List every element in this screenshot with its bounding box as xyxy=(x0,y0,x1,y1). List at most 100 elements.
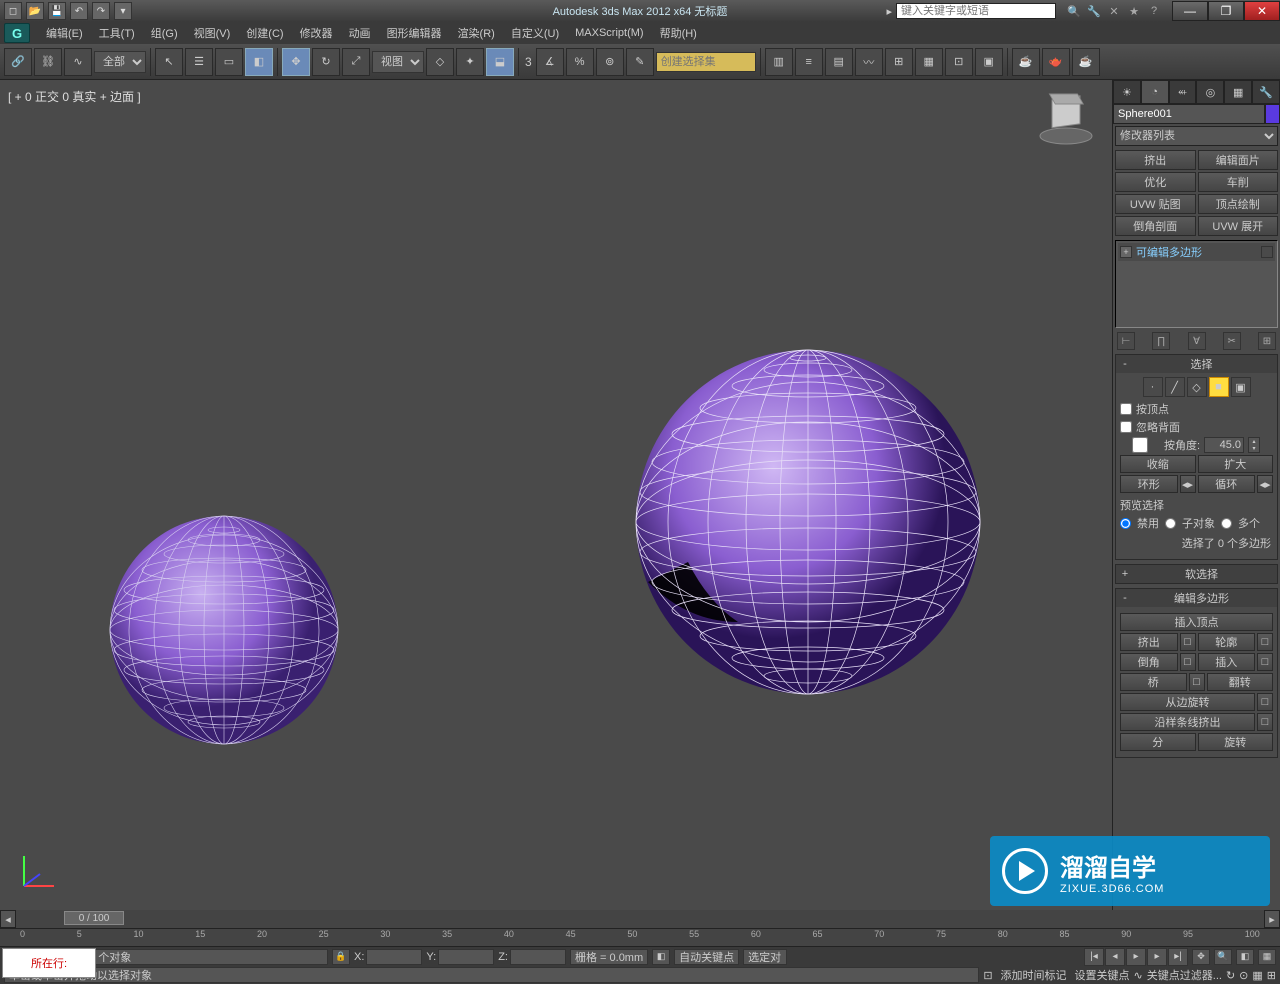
tab-display[interactable]: ▦ xyxy=(1224,80,1252,104)
menu-animation[interactable]: 动画 xyxy=(341,23,379,43)
binoculars-icon[interactable]: 🔍 xyxy=(1066,3,1082,19)
viewcube[interactable] xyxy=(1036,88,1096,148)
btn-edit-patch[interactable]: 编辑面片 xyxy=(1198,150,1279,170)
time-thumb[interactable]: 0 / 100 xyxy=(64,911,124,925)
goto-end-icon[interactable]: ▸| xyxy=(1168,948,1188,966)
selection-set-input[interactable] xyxy=(656,52,756,72)
nav-zoom-all-icon[interactable]: ▦ xyxy=(1258,949,1276,965)
pin-stack-icon[interactable]: ⊢ xyxy=(1117,332,1135,350)
nav-pan-icon[interactable]: ✥ xyxy=(1192,949,1210,965)
show-result-icon[interactable]: ∏ xyxy=(1152,332,1170,350)
bevel-settings-button[interactable]: □ xyxy=(1180,653,1196,671)
stack-toggle-icon[interactable] xyxy=(1261,246,1273,258)
viewport-label[interactable]: [ + 0 正交 0 真实 + 边面 ] xyxy=(8,88,141,105)
favorite-icon[interactable]: ★ xyxy=(1126,3,1142,19)
preview-subobj-radio[interactable] xyxy=(1165,518,1176,529)
menu-grapheditors[interactable]: 图形编辑器 xyxy=(379,23,450,43)
by-vertex-checkbox[interactable] xyxy=(1120,403,1132,415)
align-icon[interactable]: ≡ xyxy=(795,48,823,76)
loop-button[interactable]: 循环 xyxy=(1198,475,1256,493)
menu-views[interactable]: 视图(V) xyxy=(186,23,239,43)
make-unique-icon[interactable]: ∀ xyxy=(1188,332,1206,350)
menu-create[interactable]: 创建(C) xyxy=(238,23,291,43)
insert-vertex-button[interactable]: 插入顶点 xyxy=(1120,613,1273,631)
z-input[interactable] xyxy=(510,949,566,965)
exchange-icon[interactable]: ✕ xyxy=(1106,3,1122,19)
border-subobj-icon[interactable]: ◇ xyxy=(1187,377,1207,397)
expand-icon[interactable]: + xyxy=(1120,246,1132,258)
object-name-input[interactable] xyxy=(1113,104,1265,124)
ring-button[interactable]: 环形 xyxy=(1120,475,1178,493)
isolate-icon[interactable]: ◧ xyxy=(652,949,670,965)
extrude-spline-button[interactable]: 沿样条线挤出 xyxy=(1120,713,1255,731)
tab-hierarchy[interactable]: ⬴ xyxy=(1169,80,1197,104)
time-next-icon[interactable]: ▸ xyxy=(1264,910,1280,928)
qat-save-icon[interactable]: 💾 xyxy=(48,2,66,20)
search-input[interactable] xyxy=(896,3,1056,19)
hinge-button[interactable]: 从边旋转 xyxy=(1120,693,1255,711)
move-icon[interactable]: ✥ xyxy=(282,48,310,76)
tab-motion[interactable]: ◎ xyxy=(1196,80,1224,104)
prev-frame-icon[interactable]: ◂ xyxy=(1105,948,1125,966)
time-track[interactable]: 0 / 100 xyxy=(16,910,1264,928)
menu-maxscript[interactable]: MAXScript(M) xyxy=(567,25,651,41)
outline-settings-button[interactable]: □ xyxy=(1257,633,1273,651)
bevel-button[interactable]: 倒角 xyxy=(1120,653,1178,671)
scale-icon[interactable]: ⤢ xyxy=(342,48,370,76)
outline-button[interactable]: 轮廓 xyxy=(1198,633,1256,651)
ring-spinner[interactable]: ◂▸ xyxy=(1180,475,1196,493)
close-button[interactable]: ✕ xyxy=(1244,1,1280,21)
lock-icon[interactable]: 🔒 xyxy=(332,949,350,965)
rollout-selection-header[interactable]: - 选择 xyxy=(1116,355,1277,373)
viewport[interactable]: [ + 0 正交 0 真实 + 边面 ] xyxy=(0,80,1112,910)
inset-button[interactable]: 插入 xyxy=(1198,653,1256,671)
percent-snap-icon[interactable]: % xyxy=(566,48,594,76)
preview-multi-radio[interactable] xyxy=(1221,518,1232,529)
render-setup-icon[interactable]: ⊡ xyxy=(945,48,973,76)
remove-mod-icon[interactable]: ✂ xyxy=(1223,332,1241,350)
render-frame-icon[interactable]: ▣ xyxy=(975,48,1003,76)
time-prev-icon[interactable]: ◂ xyxy=(0,910,16,928)
bridge-button[interactable]: 桥 xyxy=(1120,673,1187,691)
btn-vertex-paint[interactable]: 顶点绘制 xyxy=(1198,194,1279,214)
help-icon[interactable]: ? xyxy=(1146,3,1162,19)
inset-settings-button[interactable]: □ xyxy=(1257,653,1273,671)
menu-modifiers[interactable]: 修改器 xyxy=(292,23,341,43)
autokey-button[interactable]: 自动关键点 xyxy=(674,949,739,965)
app-logo-icon[interactable]: G xyxy=(4,23,30,43)
nav-max-icon[interactable]: ⊞ xyxy=(1267,969,1276,982)
ignore-backfacing-checkbox[interactable] xyxy=(1120,421,1132,433)
select-window-icon[interactable]: ◧ xyxy=(245,48,273,76)
snap-icon[interactable]: ⬓ xyxy=(486,48,514,76)
vertex-subobj-icon[interactable]: · xyxy=(1143,377,1163,397)
extrude-settings-button[interactable]: □ xyxy=(1180,633,1196,651)
x-input[interactable] xyxy=(366,949,422,965)
btn-bevel-profile[interactable]: 倒角剖面 xyxy=(1115,216,1196,236)
spinner-snap-icon[interactable]: ⊚ xyxy=(596,48,624,76)
mirror-icon[interactable]: ▥ xyxy=(765,48,793,76)
part2-button[interactable]: 旋转 xyxy=(1198,733,1274,751)
object-color-swatch[interactable] xyxy=(1265,104,1280,124)
schematic-icon[interactable]: ⊞ xyxy=(885,48,913,76)
extrude-spline-settings-button[interactable]: □ xyxy=(1257,713,1273,731)
bridge-settings-button[interactable]: □ xyxy=(1189,673,1205,691)
part1-button[interactable]: 分 xyxy=(1120,733,1196,751)
nav-roll-icon[interactable]: ⊙ xyxy=(1239,969,1248,982)
goto-start-icon[interactable]: |◂ xyxy=(1084,948,1104,966)
nav-orbit-icon[interactable]: ↻ xyxy=(1226,969,1235,982)
select-rect-icon[interactable]: ▭ xyxy=(215,48,243,76)
bind-icon[interactable]: ∿ xyxy=(64,48,92,76)
qat-open-icon[interactable]: 📂 xyxy=(26,2,44,20)
y-input[interactable] xyxy=(438,949,494,965)
loop-spinner[interactable]: ◂▸ xyxy=(1257,475,1273,493)
render-iter-icon[interactable]: ☕ xyxy=(1072,48,1100,76)
btn-uvw-map[interactable]: UVW 贴图 xyxy=(1115,194,1196,214)
addtime-label[interactable]: 添加时间标记 xyxy=(997,967,1071,983)
edge-subobj-icon[interactable]: ╱ xyxy=(1165,377,1185,397)
rollout-soft-header[interactable]: + 软选择 xyxy=(1116,565,1277,583)
play-icon[interactable]: ▸ xyxy=(1126,948,1146,966)
minimize-button[interactable]: — xyxy=(1172,1,1208,21)
shrink-button[interactable]: 收缩 xyxy=(1120,455,1196,473)
wrench-icon[interactable]: 🔧 xyxy=(1086,3,1102,19)
flip-button[interactable]: 翻转 xyxy=(1207,673,1274,691)
